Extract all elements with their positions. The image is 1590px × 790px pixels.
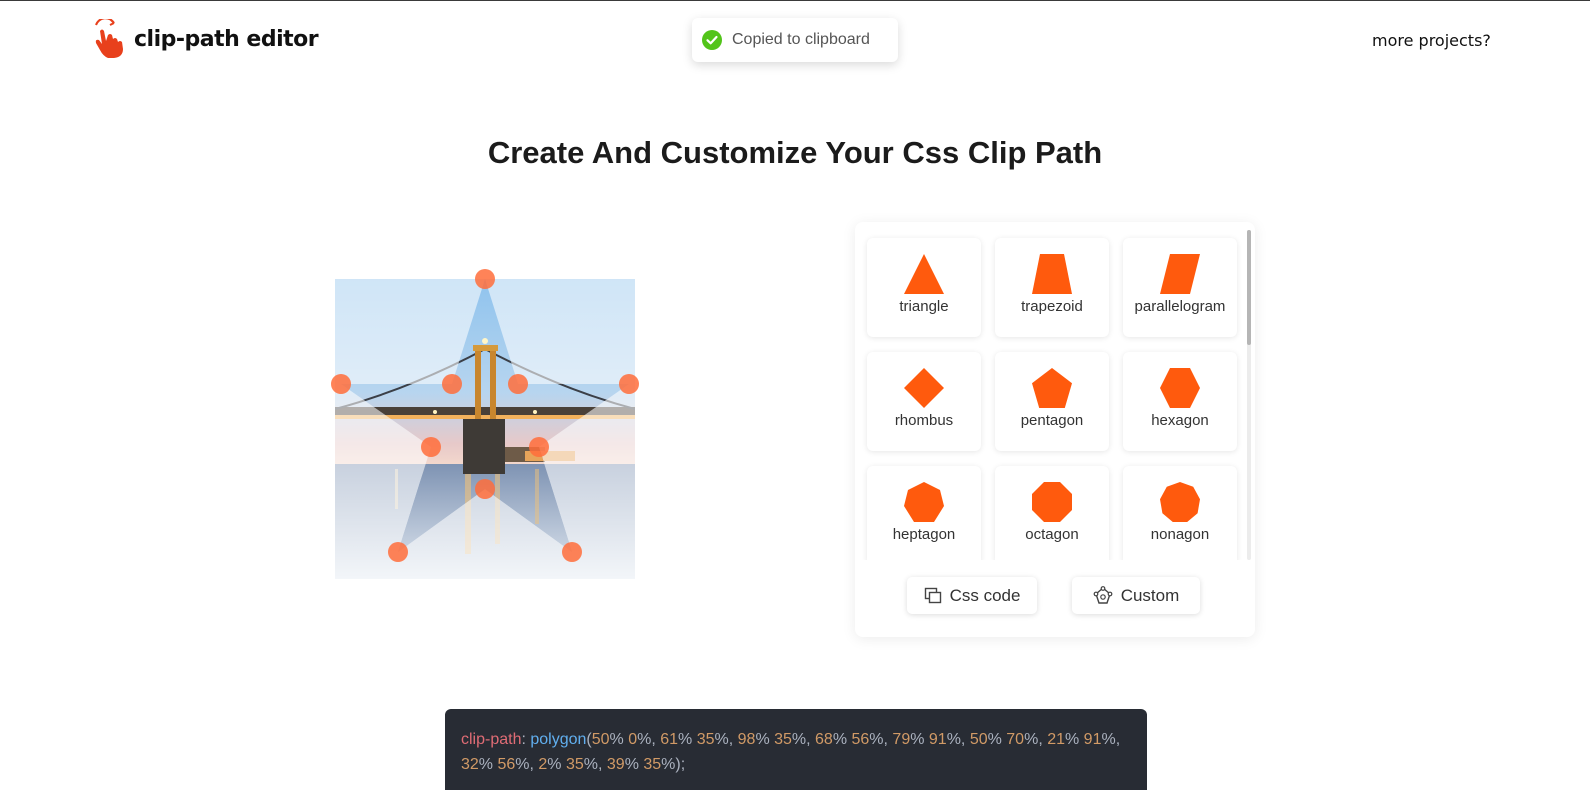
pentagon-icon bbox=[1032, 368, 1072, 408]
triangle-icon bbox=[904, 254, 944, 294]
code-number: 35 bbox=[696, 731, 715, 748]
clip-path-preview[interactable] bbox=[331, 269, 639, 579]
shapes-grid[interactable]: triangle trapezoid parallelogram rhombus… bbox=[855, 222, 1255, 560]
rhombus-icon bbox=[904, 368, 944, 408]
pointer-hand-icon bbox=[95, 19, 123, 58]
code-number: 0 bbox=[628, 731, 638, 748]
custom-button[interactable]: Custom bbox=[1072, 577, 1200, 614]
copy-icon bbox=[924, 587, 941, 603]
code-number: 50 bbox=[969, 731, 988, 748]
shape-card-octagon[interactable]: octagon bbox=[995, 466, 1109, 560]
code-number: 39 bbox=[606, 756, 625, 773]
code-function: polygon bbox=[530, 731, 587, 748]
toast-message: Copied to clipboard bbox=[732, 31, 870, 48]
css-code-output[interactable]: clip-path: polygon(50% 0%, 61% 35%, 98% … bbox=[445, 709, 1147, 790]
copied-toast: Copied to clipboard bbox=[692, 18, 898, 62]
code-number: 50 bbox=[591, 731, 610, 748]
shape-card-trapezoid[interactable]: trapezoid bbox=[995, 238, 1109, 337]
trapezoid-icon bbox=[1032, 254, 1072, 294]
vertex-handle[interactable] bbox=[331, 374, 351, 394]
octagon-icon bbox=[1032, 482, 1072, 522]
vertex-handle[interactable] bbox=[475, 269, 495, 289]
page-title: Create And Customize Your Css Clip Path bbox=[487, 135, 1103, 170]
shape-card-rhombus[interactable]: rhombus bbox=[867, 352, 981, 451]
custom-shape-icon bbox=[1093, 585, 1113, 604]
shape-label: nonagon bbox=[1150, 526, 1210, 543]
scrollbar-thumb[interactable] bbox=[1247, 230, 1251, 345]
vertex-handle[interactable] bbox=[421, 437, 441, 457]
shape-card-nonagon[interactable]: nonagon bbox=[1123, 466, 1237, 560]
code-number: 32 bbox=[461, 756, 479, 773]
code-number: 56 bbox=[851, 731, 870, 748]
vertex-handle[interactable] bbox=[388, 542, 408, 562]
vertex-handle[interactable] bbox=[562, 542, 582, 562]
code-number: 2 bbox=[538, 756, 548, 773]
check-circle-icon bbox=[702, 30, 722, 50]
css-code-button[interactable]: Css code bbox=[907, 577, 1037, 614]
shape-label: pentagon bbox=[1020, 412, 1084, 429]
css-code-label: Css code bbox=[949, 585, 1021, 605]
shape-label: heptagon bbox=[892, 526, 956, 543]
vertex-handle[interactable] bbox=[619, 374, 639, 394]
code-number: 91 bbox=[928, 731, 947, 748]
code-number: 35 bbox=[774, 731, 792, 748]
shape-card-triangle[interactable]: triangle bbox=[867, 238, 981, 337]
code-property: clip-path bbox=[461, 731, 522, 748]
shape-label: rhombus bbox=[894, 412, 954, 429]
shape-label: hexagon bbox=[1151, 412, 1209, 429]
vertex-handle[interactable] bbox=[475, 479, 495, 499]
parallelogram-icon bbox=[1160, 254, 1200, 294]
code-number: 21 bbox=[1047, 731, 1065, 748]
shapes-panel: triangle trapezoid parallelogram rhombus… bbox=[855, 222, 1255, 637]
shape-label: triangle bbox=[899, 298, 949, 315]
shape-label: trapezoid bbox=[1021, 298, 1083, 315]
shape-label: parallelogram bbox=[1134, 298, 1226, 315]
code-number: 35 bbox=[643, 756, 662, 773]
code-number: 98 bbox=[737, 731, 756, 748]
vertex-handle[interactable] bbox=[508, 374, 528, 394]
vertex-handle[interactable] bbox=[442, 374, 462, 394]
shape-card-pentagon[interactable]: pentagon bbox=[995, 352, 1109, 451]
code-number: 68 bbox=[815, 731, 833, 748]
hexagon-icon bbox=[1160, 368, 1200, 408]
nonagon-icon bbox=[1160, 482, 1200, 522]
code-number: 70 bbox=[1006, 731, 1025, 748]
code-number: 56 bbox=[497, 756, 516, 773]
shape-card-parallelogram[interactable]: parallelogram bbox=[1123, 238, 1237, 337]
custom-label: Custom bbox=[1120, 585, 1180, 605]
code-number: 91 bbox=[1083, 731, 1102, 748]
brand-logo[interactable]: clip-path editor bbox=[92, 19, 319, 59]
brand-title: clip-path editor bbox=[134, 26, 319, 52]
code-number: 79 bbox=[892, 731, 911, 748]
bridge-at-night-photo bbox=[335, 279, 635, 579]
shape-card-heptagon[interactable]: heptagon bbox=[867, 466, 981, 560]
code-number: 61 bbox=[660, 731, 679, 748]
shape-label: octagon bbox=[1025, 526, 1079, 543]
shape-card-hexagon[interactable]: hexagon bbox=[1123, 352, 1237, 451]
heptagon-icon bbox=[904, 482, 944, 522]
vertex-handle[interactable] bbox=[529, 437, 549, 457]
code-number: 35 bbox=[565, 756, 584, 773]
more-projects-link[interactable]: more projects? bbox=[1372, 31, 1491, 50]
